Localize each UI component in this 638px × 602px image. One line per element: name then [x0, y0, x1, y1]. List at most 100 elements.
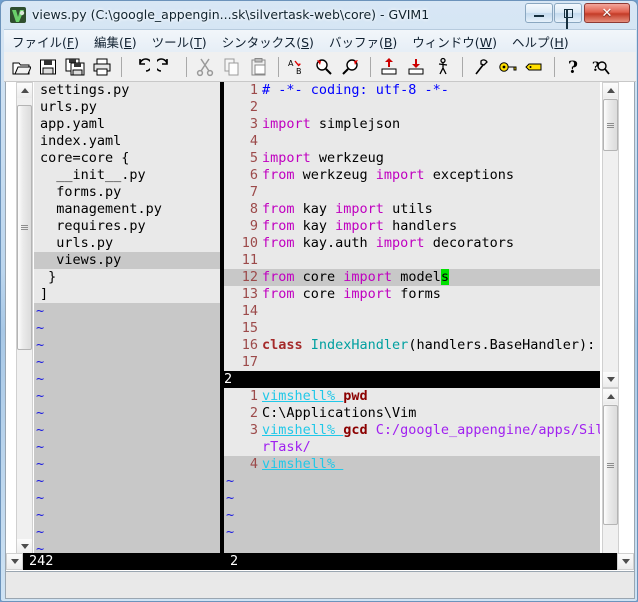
shell-line[interactable]: C:\Applications\Vim — [262, 405, 416, 422]
line-number: 9 — [224, 218, 258, 235]
menu-syntax[interactable]: シンタックス(S) — [214, 30, 321, 53]
menu-edit[interactable]: 編集(E) — [86, 30, 144, 53]
line-number: 8 — [224, 201, 258, 218]
menu-window[interactable]: ウィンドウ(W) — [404, 30, 504, 53]
editor-scroll-thumb[interactable] — [603, 99, 618, 151]
load-session-icon[interactable] — [376, 54, 402, 80]
save-session-icon[interactable] — [403, 54, 429, 80]
close-button[interactable]: ✕ — [584, 3, 630, 23]
file-tree-item[interactable]: settings.py — [40, 82, 129, 99]
copy-icon[interactable] — [219, 54, 245, 80]
file-tree-item[interactable]: core=core { — [40, 150, 129, 167]
redo-icon[interactable] — [154, 54, 180, 80]
shell-line[interactable]: vimshell% gcd C:/google_appengine/apps/S… — [262, 422, 600, 439]
tag-jump-icon[interactable] — [522, 54, 548, 80]
code-line[interactable]: class IndexHandler(handlers.BaseHandler)… — [262, 337, 595, 354]
separator-1 — [121, 57, 122, 77]
shell-line[interactable]: vimshell% pwd — [262, 388, 368, 405]
tilde-filler: ~ — [36, 456, 44, 473]
code-token: from — [262, 286, 295, 302]
cut-icon[interactable] — [192, 54, 218, 80]
make-icon[interactable] — [468, 54, 494, 80]
file-tree-item[interactable]: __init__.py — [40, 167, 146, 184]
find-help-icon[interactable]: ? — [587, 54, 613, 80]
vimshell-scroll-thumb[interactable] — [603, 405, 618, 525]
editor-scroll-up[interactable] — [603, 83, 618, 98]
file-tree-item[interactable]: views.py — [40, 252, 121, 269]
code-token: vimshell% — [262, 456, 343, 472]
save-all-icon[interactable] — [62, 54, 88, 80]
code-token: from — [262, 218, 295, 234]
code-line[interactable]: from werkzeug import exceptions — [262, 167, 514, 184]
minimize-button[interactable] — [525, 3, 553, 23]
paste-icon[interactable] — [246, 54, 272, 80]
file-tree-item[interactable]: } — [40, 269, 56, 286]
help-icon[interactable]: ? — [560, 54, 586, 80]
line-number: 2 — [224, 405, 258, 422]
shell-key-icon[interactable] — [495, 54, 521, 80]
vimshell-scroll-up[interactable] — [603, 389, 618, 404]
code-line[interactable]: from kay import utils — [262, 201, 433, 218]
code-line[interactable]: # -*- coding: utf-8 -*- — [262, 82, 449, 99]
filetree-scroll-down[interactable] — [17, 539, 32, 554]
find-replace-icon[interactable]: AB — [284, 54, 310, 80]
line-number: 12 — [224, 269, 258, 286]
file-tree-item[interactable]: ] — [40, 286, 48, 303]
undo-icon[interactable] — [127, 54, 153, 80]
vimshell-scrollbar[interactable] — [602, 388, 619, 570]
menu-help[interactable]: ヘルプ(H) — [504, 30, 576, 53]
menu-file[interactable]: ファイル(F) — [4, 30, 86, 53]
code-token: vimshell% — [262, 422, 343, 438]
file-tree-item[interactable]: urls.py — [40, 99, 97, 116]
editor-scroll-down[interactable] — [603, 372, 618, 387]
gvim-icon — [9, 6, 27, 24]
filetree-scroll-up[interactable] — [17, 83, 32, 98]
file-tree-item[interactable]: index.yaml — [40, 133, 121, 150]
editor-pane[interactable]: 1# -*- coding: utf-8 -*-23import simplej… — [224, 82, 600, 371]
file-tree-item[interactable]: app.yaml — [40, 116, 105, 133]
shell-line[interactable]: vimshell% — [262, 456, 343, 473]
menu-bar: ファイル(F)編集(E)ツール(T)シンタックス(S)バッファ(B)ウィンドウ(… — [4, 29, 636, 52]
run-script-icon[interactable] — [430, 54, 456, 80]
code-line[interactable]: from core import forms — [262, 286, 441, 303]
file-tree-item[interactable]: management.py — [40, 201, 162, 218]
shell-line[interactable]: rTask/ — [262, 439, 311, 456]
save-file-icon[interactable] — [35, 54, 61, 80]
tilde-filler: ~ — [226, 524, 234, 541]
tilde-filler: ~ — [36, 371, 44, 388]
minimize-icon — [526, 4, 552, 22]
code-line[interactable]: from kay import handlers — [262, 218, 457, 235]
close-icon: ✕ — [585, 4, 629, 22]
editor-status-text: 2 — [224, 371, 232, 388]
menu-tools[interactable]: ツール(T) — [144, 30, 214, 53]
print-icon[interactable] — [89, 54, 115, 80]
editor-statusline: 2 — [224, 371, 600, 388]
editor-scrollbar[interactable] — [602, 82, 619, 388]
bottom-status-bar: 242 2 — [6, 553, 634, 570]
find-next-icon[interactable] — [311, 54, 337, 80]
open-file-icon[interactable] — [8, 54, 34, 80]
tilde-filler: ~ — [36, 541, 44, 553]
line-number: 7 — [224, 184, 258, 201]
maximize-button[interactable] — [554, 3, 582, 23]
find-prev-icon[interactable] — [338, 54, 364, 80]
tilde-filler: ~ — [36, 524, 44, 541]
hscroll-right-arrow[interactable] — [617, 553, 634, 570]
file-tree-item[interactable]: forms.py — [40, 184, 121, 201]
menu-buffers[interactable]: バッファ(B) — [321, 30, 404, 53]
svg-text:A: A — [288, 59, 294, 68]
code-line[interactable]: import simplejson — [262, 116, 400, 133]
file-tree-pane[interactable]: settings.pyurls.pyapp.yamlindex.yamlcore… — [34, 82, 220, 553]
code-token: kay — [295, 218, 336, 234]
code-line[interactable]: from kay.auth import decorators — [262, 235, 514, 252]
code-line[interactable]: import werkzeug — [262, 150, 384, 167]
line-number: 14 — [224, 303, 258, 320]
hscroll-left-arrow[interactable] — [6, 553, 23, 570]
vimshell-pane[interactable]: 1vimshell% pwd2C:\Applications\Vim3vimsh… — [224, 388, 600, 553]
filetree-scrollbar[interactable] — [16, 82, 33, 570]
code-token: import — [343, 269, 392, 285]
file-tree-item[interactable]: urls.py — [40, 235, 113, 252]
filetree-scroll-thumb[interactable] — [17, 105, 32, 350]
code-line[interactable]: from core import models — [262, 269, 449, 286]
file-tree-item[interactable]: requires.py — [40, 218, 146, 235]
